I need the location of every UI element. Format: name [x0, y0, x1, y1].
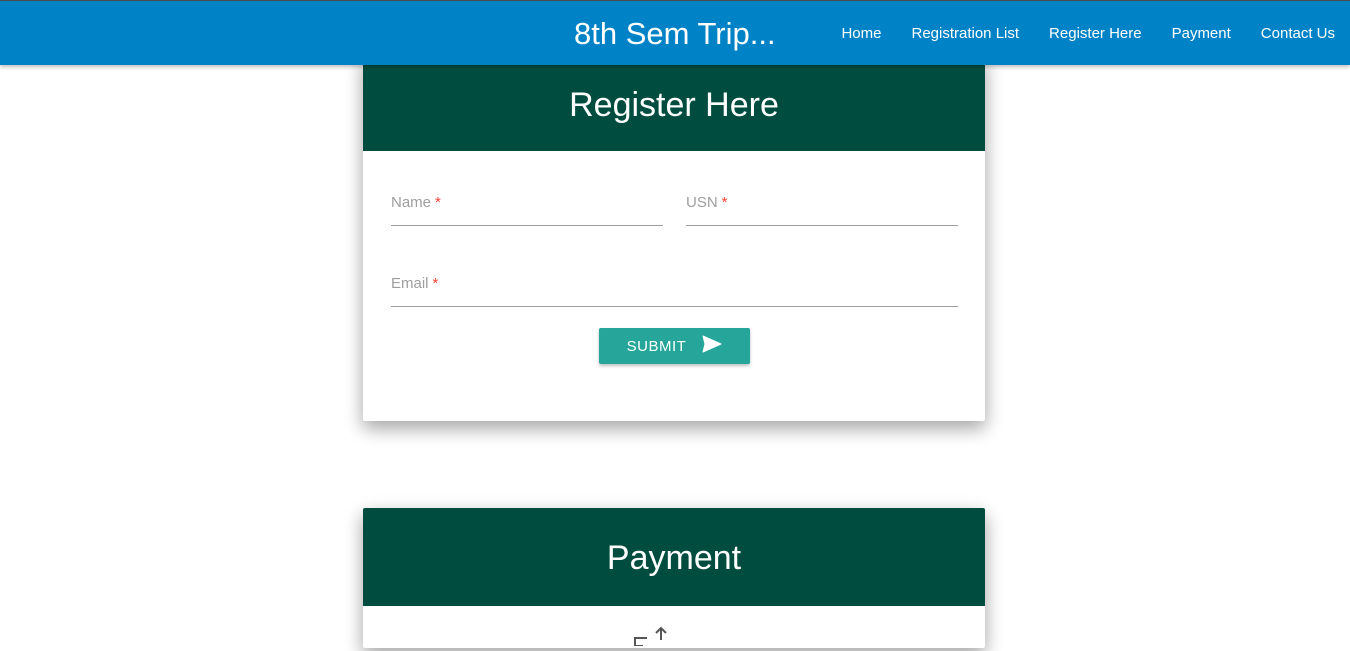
nav-link-contact-us[interactable]: Contact Us	[1246, 1, 1350, 66]
email-input[interactable]	[391, 271, 958, 306]
submit-button[interactable]: SUBMIT	[599, 328, 750, 364]
nav-link-home[interactable]: Home	[826, 1, 896, 66]
payment-transfer-icon	[633, 626, 669, 651]
usn-field[interactable]: USN *	[686, 190, 958, 226]
nav-link-payment[interactable]: Payment	[1157, 1, 1246, 66]
top-navbar: 8th Sem Trip... Home Registration List R…	[0, 0, 1350, 65]
send-icon	[702, 335, 722, 357]
payment-card: Payment	[363, 508, 985, 648]
brand-logo-text[interactable]: 8th Sem Trip...	[574, 15, 776, 53]
nav-link-register-here[interactable]: Register Here	[1034, 1, 1157, 66]
payment-card-title: Payment	[363, 508, 985, 606]
name-field[interactable]: Name *	[391, 190, 663, 226]
nav-link-registration-list[interactable]: Registration List	[896, 1, 1034, 66]
name-input[interactable]	[391, 190, 663, 225]
register-card-title: Register Here	[363, 55, 985, 151]
nav-links: Home Registration List Register Here Pay…	[826, 1, 1350, 66]
usn-input[interactable]	[686, 190, 958, 225]
email-field[interactable]: Email *	[391, 271, 958, 307]
register-card: Register Here Name * USN * Email * SUBMIT	[363, 55, 985, 421]
submit-button-label: SUBMIT	[626, 337, 687, 355]
